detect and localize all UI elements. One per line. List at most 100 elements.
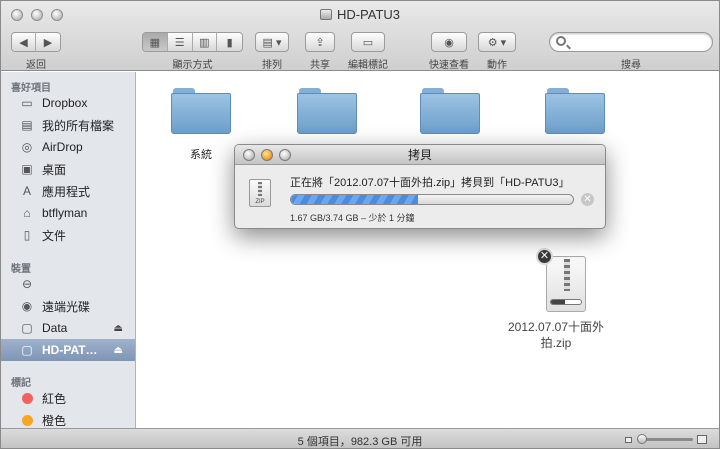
sidebar-item-home[interactable]: ⌂ btflyman xyxy=(1,202,135,224)
arrange-label: 排列 xyxy=(262,60,282,71)
sidebar-item-data[interactable]: ▢ Data ⏏ xyxy=(1,317,135,339)
zipper-graphic xyxy=(564,259,570,291)
folder-icon[interactable] xyxy=(171,88,231,134)
sidebar-item-dropbox[interactable]: ▭ Dropbox xyxy=(1,92,135,114)
sidebar-item-tag-red[interactable]: 紅色 xyxy=(1,387,135,409)
sidebar-item-label: 紅色 xyxy=(42,391,67,406)
tag-icon: ▭ xyxy=(362,36,374,49)
all-files-icon: ▤ xyxy=(21,118,33,132)
sidebar-item-applications[interactable]: A 應用程式 xyxy=(1,180,135,202)
sidebar-item-label: HD-PAT… xyxy=(42,343,98,357)
copy-dialog-title: 拷貝 xyxy=(407,148,432,162)
folder-icon: ▭ xyxy=(21,96,33,110)
sidebar-item-label: 我的所有檔案 xyxy=(42,118,115,133)
share-label: 共享 xyxy=(310,60,330,71)
back-label: 返回 xyxy=(26,60,46,71)
search-field xyxy=(549,32,713,52)
applications-icon: A xyxy=(22,184,31,198)
sidebar-item-label: Data xyxy=(42,321,68,335)
disk-icon: ▢ xyxy=(21,321,33,335)
sidebar-item-label: 文件 xyxy=(42,228,67,243)
sidebar-item-label: 遠端光碟 xyxy=(42,299,91,314)
dialog-close-button[interactable] xyxy=(243,149,255,161)
sidebar-item-remote-disc[interactable]: ◉ 遠端光碟 xyxy=(1,295,135,317)
zip-file-label: 2012.07.07十面外 拍.zip xyxy=(506,319,606,351)
folder-label: 系統 xyxy=(190,149,212,161)
sidebar-item-label: 桌面 xyxy=(42,162,67,177)
sidebar-item-label: Dropbox xyxy=(42,96,88,110)
view-label: 顯示方式 xyxy=(172,60,213,71)
sidebar-item-label: 應用程式 xyxy=(42,184,91,199)
column-view-icon[interactable]: ▥ xyxy=(192,33,218,51)
zip-file-label-line1: 2012.07.07十面外 xyxy=(507,320,605,334)
sidebar-item-hd-patu3[interactable]: ▢ HD-PAT… ⏏ xyxy=(1,339,135,361)
eject-icon[interactable]: ⏏ xyxy=(114,345,123,356)
status-bar: 5 個項目，982.3 GB 可用 xyxy=(1,428,719,448)
zip-icon-text: ZIP xyxy=(255,199,265,205)
arrange-button[interactable]: ▤ ▾ xyxy=(255,32,289,52)
search-input[interactable] xyxy=(572,35,702,49)
sidebar-item-all-files[interactable]: ▤ 我的所有檔案 xyxy=(1,114,135,136)
quicklook-button[interactable]: ◉ xyxy=(431,32,467,52)
copy-detail: 1.67 GB/3.74 GB – 少於 1 分鐘 xyxy=(290,213,415,223)
icon-size-slider-knob[interactable] xyxy=(637,434,647,444)
zip-file-icon[interactable] xyxy=(546,256,586,312)
arrange-grid-icon: ▤ ▾ xyxy=(262,36,282,49)
share-icon: ⇪ xyxy=(315,36,325,49)
sidebar-item-airdrop[interactable]: ◎ AirDrop xyxy=(1,136,135,158)
dialog-minimize-button[interactable] xyxy=(261,149,273,161)
drive-icon: ⊖ xyxy=(21,277,33,291)
sidebar-item-drive[interactable]: ⊖ xyxy=(1,273,135,295)
home-icon: ⌂ xyxy=(23,206,31,220)
quicklook-label: 快速查看 xyxy=(429,60,469,71)
tag-color-dot xyxy=(21,414,33,426)
back-forward-control: ◀ ▶ xyxy=(11,32,61,52)
copy-dialog: 拷貝 ZIP 正在將「2012.07.07十面外拍.zip」拷貝到「HD-PAT… xyxy=(234,144,606,229)
toolbar: HD-PATU3 ◀ ▶ 返回 ▦ ☰ ▥ ▮ 顯示方式 ▤ ▾ 排列 ⇪ 共享… xyxy=(1,1,719,71)
sidebar-item-label: AirDrop xyxy=(42,140,83,154)
disk-icon: ▢ xyxy=(21,343,33,357)
folder-icon[interactable] xyxy=(297,88,357,134)
action-label: 動作 xyxy=(487,60,507,71)
eject-icon[interactable]: ⏏ xyxy=(114,323,123,334)
cancel-copy-icon[interactable]: ✕ xyxy=(536,248,553,265)
status-text: 5 個項目，982.3 GB 可用 xyxy=(297,436,423,448)
airdrop-icon: ◎ xyxy=(21,140,33,154)
large-icon-size-icon xyxy=(697,435,707,444)
back-arrow-icon[interactable]: ◀ xyxy=(12,33,37,51)
copy-message: 正在將「2012.07.07十面外拍.zip」拷貝到「HD-PATU3」 xyxy=(290,177,570,189)
documents-icon: ▯ xyxy=(23,228,31,242)
zip-file-label-line2: 拍.zip xyxy=(540,336,572,350)
sidebar-item-desktop[interactable]: ▣ 桌面 xyxy=(1,158,135,180)
folder-icon[interactable] xyxy=(420,88,480,134)
sidebar: 喜好項目 ▭ Dropbox ▤ 我的所有檔案 ◎ AirDrop ▣ 桌面 A… xyxy=(1,72,136,428)
search-icon xyxy=(556,36,566,46)
hard-disk-icon xyxy=(319,9,332,20)
search-label: 搜尋 xyxy=(621,60,641,71)
sidebar-item-documents[interactable]: ▯ 文件 xyxy=(1,224,135,246)
forward-arrow-icon[interactable]: ▶ xyxy=(36,33,60,51)
cancel-copy-button[interactable]: ✕ xyxy=(581,193,594,206)
file-copy-progress-bar xyxy=(550,299,582,305)
list-view-icon[interactable]: ☰ xyxy=(167,33,193,51)
file-copy-progress-fill xyxy=(551,300,565,304)
edit-tags-label: 編輯標記 xyxy=(348,60,388,71)
sidebar-item-label: btflyman xyxy=(42,206,88,220)
small-icon-size-icon xyxy=(625,437,632,443)
action-button[interactable]: ⚙ ▾ xyxy=(478,32,516,52)
copy-progress-fill xyxy=(291,195,418,204)
window-title-text: HD-PATU3 xyxy=(336,7,401,22)
copy-progress-bar xyxy=(290,194,574,205)
coverflow-view-icon[interactable]: ▮ xyxy=(217,33,242,51)
share-button[interactable]: ⇪ xyxy=(305,32,335,52)
icon-view-icon[interactable]: ▦ xyxy=(143,33,168,51)
finder-window: HD-PATU3 ◀ ▶ 返回 ▦ ☰ ▥ ▮ 顯示方式 ▤ ▾ 排列 ⇪ 共享… xyxy=(0,0,720,449)
edit-tags-button[interactable]: ▭ xyxy=(351,32,385,52)
folder-icon[interactable] xyxy=(545,88,605,134)
dialog-zoom-button[interactable] xyxy=(279,149,291,161)
view-mode-control: ▦ ☰ ▥ ▮ xyxy=(142,32,243,52)
remote-disc-icon: ◉ xyxy=(21,299,33,313)
tag-color-dot xyxy=(21,392,33,404)
window-title: HD-PATU3 xyxy=(1,7,719,22)
desktop-icon: ▣ xyxy=(21,162,33,176)
